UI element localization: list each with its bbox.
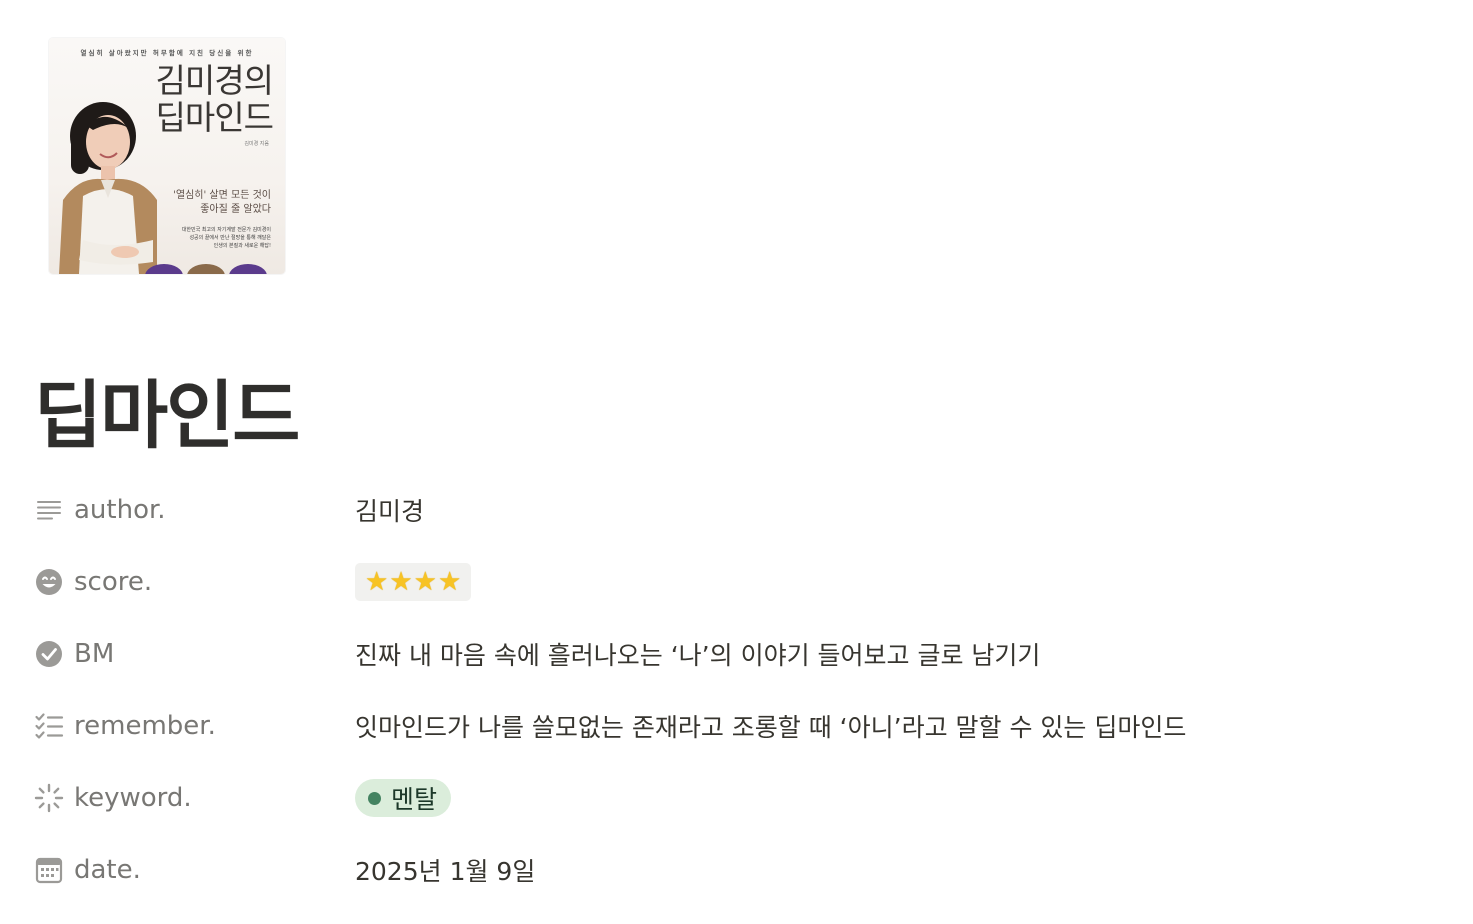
cover-blurb-line2: 성공의 끝에서 만난 절망을 통해 깨달은: [189, 235, 271, 241]
cover-blurb-line1: 대한민국 최고의 자기계발 전문가 김미경이: [181, 227, 271, 233]
loading-spinner-icon: [34, 783, 64, 813]
property-label-text: remember.: [74, 711, 216, 741]
page-title[interactable]: 딥마인드: [34, 368, 300, 464]
property-label-date[interactable]: date.: [34, 834, 334, 906]
cover-quote-line1: '열심히' 살면 모든 것이: [173, 190, 271, 201]
calendar-icon: [34, 855, 64, 885]
keyword-tag[interactable]: 멘탈: [355, 779, 452, 817]
property-row-author: author. 김미경: [34, 474, 1434, 546]
page-cover-image[interactable]: 열심히 살아왔지만 허무함에 지친 당신을 위한 김미경의 딥마인드 김미경 지…: [49, 38, 285, 274]
cover-quote-line2: 좋아질 줄 알았다: [200, 204, 271, 215]
check-circle-icon: [34, 639, 64, 669]
cover-quote: '열심히' 살면 모든 것이 좋아질 줄 알았다: [161, 189, 271, 217]
cover-author: 김미경 지음: [244, 141, 269, 147]
cover-dot: [187, 264, 225, 274]
cover-dot: [145, 264, 183, 274]
property-row-bm: BM 진짜 내 마음 속에 흘러나오는 ‘나’의 이야기 들어보고 글로 남기기: [34, 618, 1434, 690]
properties-list: author. 김미경 score. ★ ★ ★ ★ BM 진짜 내 마음 속에…: [34, 474, 1434, 906]
tag-color-dot: [368, 791, 381, 805]
property-value-date[interactable]: 2025년 1월 9일: [355, 834, 535, 906]
property-row-keyword: keyword. 멘탈: [34, 762, 1434, 834]
cover-decoration: [145, 264, 267, 274]
cover-blurb: 대한민국 최고의 자기계발 전문가 김미경이 성공의 끝에서 만난 절망을 통해…: [151, 226, 271, 250]
cover-blurb-line3: 인생의 본질과 새로운 해답!: [213, 243, 271, 249]
keyword-tag-label: 멘탈: [391, 785, 438, 814]
cover-dot: [229, 264, 267, 274]
property-label-text: keyword.: [74, 783, 192, 813]
property-value-author[interactable]: 김미경: [355, 474, 424, 546]
property-row-remember: remember. 잇마인드가 나를 쓸모없는 존재라고 조롱할 때 ‘아니’라…: [34, 690, 1434, 762]
cover-portrait: [59, 102, 157, 274]
property-row-date: date. 2025년 1월 9일: [34, 834, 1434, 906]
property-label-text: date.: [74, 855, 141, 885]
property-value-score[interactable]: ★ ★ ★ ★: [355, 546, 472, 618]
score-select-chip[interactable]: ★ ★ ★ ★: [355, 563, 472, 601]
property-label-remember[interactable]: remember.: [34, 690, 334, 762]
star-icon: ★: [389, 567, 413, 597]
property-label-text: BM: [74, 639, 115, 669]
checklist-icon: [34, 711, 64, 741]
star-icon: ★: [437, 567, 462, 597]
cover-tagline: 열심히 살아왔지만 허무함에 지친 당신을 위한: [80, 49, 254, 57]
smiley-icon: [34, 567, 64, 597]
property-label-keyword[interactable]: keyword.: [34, 762, 334, 834]
property-row-score: score. ★ ★ ★ ★: [34, 546, 1434, 618]
property-label-bm[interactable]: BM: [34, 618, 334, 690]
text-lines-icon: [34, 495, 64, 525]
property-value-bm[interactable]: 진짜 내 마음 속에 흘러나오는 ‘나’의 이야기 들어보고 글로 남기기: [355, 618, 1040, 690]
property-value-remember[interactable]: 잇마인드가 나를 쓸모없는 존재라고 조롱할 때 ‘아니’라고 말할 수 있는 …: [355, 690, 1186, 762]
property-label-author[interactable]: author.: [34, 474, 334, 546]
star-icon: ★: [413, 567, 437, 597]
property-value-keyword[interactable]: 멘탈: [355, 762, 452, 834]
property-label-score[interactable]: score.: [34, 546, 334, 618]
star-icon: ★: [365, 567, 389, 597]
property-label-text: score.: [74, 567, 153, 597]
property-label-text: author.: [74, 495, 166, 525]
